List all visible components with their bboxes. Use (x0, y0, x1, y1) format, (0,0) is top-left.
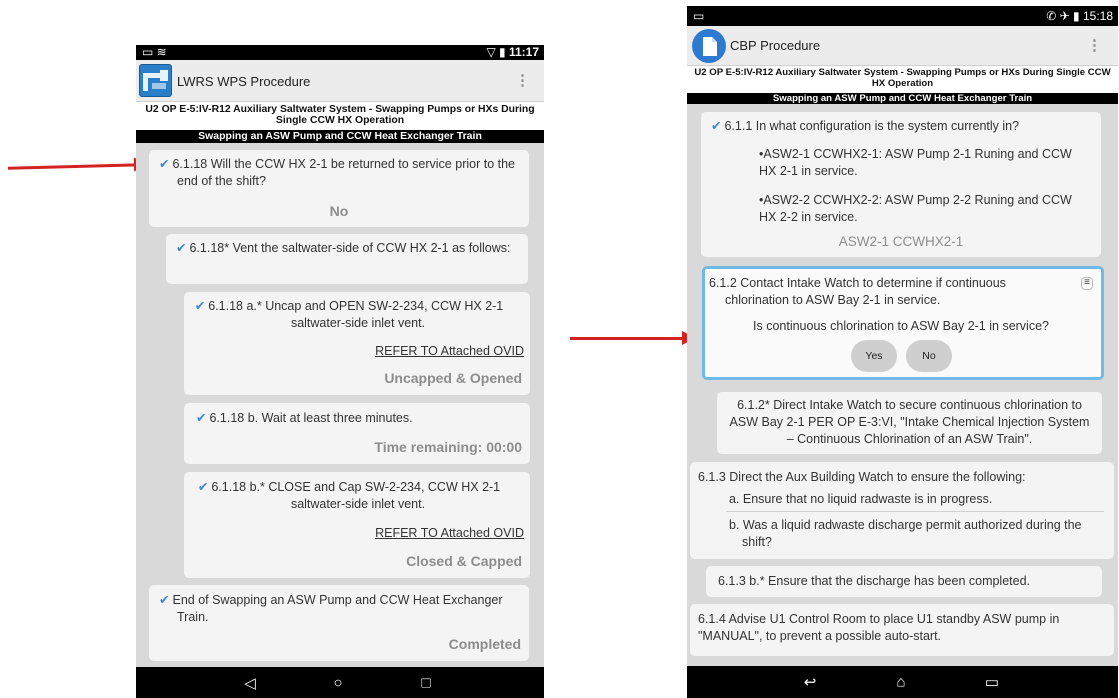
back-icon[interactable]: ◁ (244, 674, 256, 692)
step-card[interactable]: ✔ 6.1.18 a.* Uncap and OPEN SW-2-234, CCW… (184, 292, 530, 395)
step-card[interactable]: 6.1.3 Direct the Aux Building Watch to e… (690, 462, 1114, 559)
back-icon[interactable]: ↩ (804, 673, 817, 691)
navigation-bar: ◁ ○ □ (136, 667, 544, 698)
annotation-arrow-right (570, 331, 696, 345)
procedure-title: U2 OP E-5:IV-R12 Auxiliary Saltwater Sys… (687, 66, 1118, 93)
step-text: 6.1.18 Will the CCW HX 2-1 be returned t… (172, 157, 515, 188)
step-result: ASW2-1 CCWHX2-1 (838, 233, 964, 249)
step-card[interactable]: 6.1.3 b.* Ensure that the discharge has … (706, 566, 1102, 597)
notes-icon[interactable]: ≡ (1081, 277, 1093, 290)
step-text: End of Swapping an ASW Pump and CCW Heat… (172, 593, 503, 624)
step-card[interactable]: ✔ 6.1.1 In what configuration is the syst… (701, 112, 1101, 257)
check-icon: ✔ (196, 411, 207, 425)
section-title: Swapping an ASW Pump and CCW Heat Exchan… (687, 93, 1118, 104)
status-icons-left: ▭ (693, 9, 705, 23)
app-title: LWRS WPS Procedure (177, 74, 311, 89)
step-question: Is continuous chlorination to ASW Bay 2-… (753, 319, 1049, 333)
recents-icon[interactable]: ▭ (985, 673, 999, 691)
step-card[interactable]: 6.1.2* Direct Intake Watch to secure con… (717, 392, 1102, 454)
step-card[interactable]: ✔ End of Swapping an ASW Pump and CCW Hea… (149, 585, 529, 661)
config-option[interactable]: •ASW2-1 CCWHX2-1: ASW Pump 2-1 Runing an… (759, 146, 1083, 180)
substep-b[interactable]: b. Was a liquid radwaste discharge permi… (729, 517, 1100, 551)
status-icons-right: ✆ ✈ ▮ 15:18 (1046, 6, 1113, 26)
step-result: No (329, 203, 349, 220)
app-bar: CBP Procedure ⋮ (687, 26, 1118, 66)
step-result: Uncapped & Opened (384, 370, 522, 387)
home-icon[interactable]: ○ (333, 674, 342, 691)
step-text: 6.1.2* Direct Intake Watch to secure con… (729, 398, 1090, 446)
procedure-title: U2 OP E-5:IV-R12 Auxiliary Saltwater Sys… (136, 102, 544, 130)
no-button[interactable]: No (906, 340, 952, 372)
app-logo-icon[interactable] (139, 64, 172, 97)
status-time: 11:17 (508, 45, 539, 59)
step-text: 6.1.18 a.* Uncap and OPEN SW-2-234, CCW … (208, 299, 504, 330)
navigation-bar: ↩ ⌂ ▭ (687, 666, 1118, 698)
step-text: 6.1.18 b. Wait at least three minutes. (209, 411, 413, 425)
check-icon: ✔ (159, 157, 170, 171)
right-phone-screen: ▭ ✆ ✈ ▮ 15:18 CBP Procedure ⋮ U2 OP E-5:… (687, 6, 1118, 698)
status-icons: ▽ ▮ (486, 45, 506, 59)
step-card[interactable]: ✔ 6.1.18 b. Wait at least three minutes. … (184, 403, 530, 464)
step-result: Completed (448, 636, 521, 653)
status-bar: ▭ ✆ ✈ ▮ 15:18 (687, 6, 1118, 26)
annotation-arrow-left (7, 163, 145, 170)
section-title: Swapping an ASW Pump and CCW Heat Exchan… (136, 130, 544, 143)
overflow-menu-icon[interactable]: ⋮ (1087, 36, 1102, 54)
check-icon: ✔ (194, 299, 206, 313)
step-text: 6.1.18 b.* CLOSE and Cap SW-2-234, CCW H… (211, 480, 501, 511)
overflow-menu-icon[interactable]: ⋮ (515, 71, 530, 89)
step-card[interactable]: 6.1.4 Advise U1 Control Room to place U1… (690, 604, 1114, 656)
ovid-reference-link[interactable]: REFER TO Attached OVID (375, 525, 524, 542)
step-text: 6.1.4 Advise U1 Control Room to place U1… (698, 612, 1060, 643)
step-card[interactable]: ✔ 6.1.18 b.* CLOSE and Cap SW-2-234, CCW … (184, 472, 530, 578)
substep-a[interactable]: a. Ensure that no liquid radwaste is in … (729, 491, 992, 508)
left-phone-screen: ▭ ≋ ▽ ▮ 11:17 LWRS WPS Procedure ⋮ U2 OP… (136, 45, 544, 698)
home-icon[interactable]: ⌂ (896, 674, 905, 691)
step-result: Closed & Capped (406, 553, 522, 570)
status-icons-left: ▭ ≋ (142, 45, 167, 59)
document-icon (703, 37, 717, 56)
step-card[interactable]: ✔ 6.1.18 Will the CCW HX 2-1 be returned … (149, 150, 529, 227)
step-card[interactable]: ✔ 6.1.18* Vent the saltwater-side of CCW … (166, 234, 528, 284)
step-text: 6.1.3 b.* Ensure that the discharge has … (718, 574, 1031, 588)
check-icon: ✔ (711, 119, 722, 133)
step-text: 6.1.18* Vent the saltwater-side of CCW H… (189, 241, 511, 255)
ovid-reference-link[interactable]: REFER TO Attached OVID (375, 343, 524, 360)
status-icons: ✆ ✈ ▮ (1046, 9, 1080, 23)
active-step-card[interactable]: 6.1.2 Contact Intake Watch to determine … (702, 266, 1104, 380)
step-text: 6.1.2 Contact Intake Watch to determine … (709, 276, 1006, 307)
app-logo-icon[interactable] (692, 29, 726, 63)
app-bar: LWRS WPS Procedure ⋮ (136, 60, 544, 102)
pipe-icon (143, 70, 168, 91)
status-time: 15:18 (1082, 9, 1113, 23)
check-icon: ✔ (197, 480, 209, 494)
step-text: 6.1.1 In what configuration is the syste… (724, 119, 1020, 133)
divider (726, 511, 1104, 512)
status-bar: ▭ ≋ ▽ ▮ 11:17 (136, 45, 544, 60)
app-title: CBP Procedure (730, 38, 821, 53)
check-icon: ✔ (176, 241, 187, 255)
step-text: 6.1.3 Direct the Aux Building Watch to e… (698, 470, 1026, 484)
timer-result: Time remaining: 00:00 (374, 439, 522, 456)
yes-button[interactable]: Yes (851, 340, 897, 372)
config-option[interactable]: •ASW2-2 CCWHX2-2: ASW Pump 2-2 Runing an… (759, 192, 1083, 226)
status-icons-right: ▽ ▮ 11:17 (486, 45, 539, 59)
recents-icon[interactable]: □ (421, 674, 430, 691)
check-icon: ✔ (159, 593, 170, 607)
